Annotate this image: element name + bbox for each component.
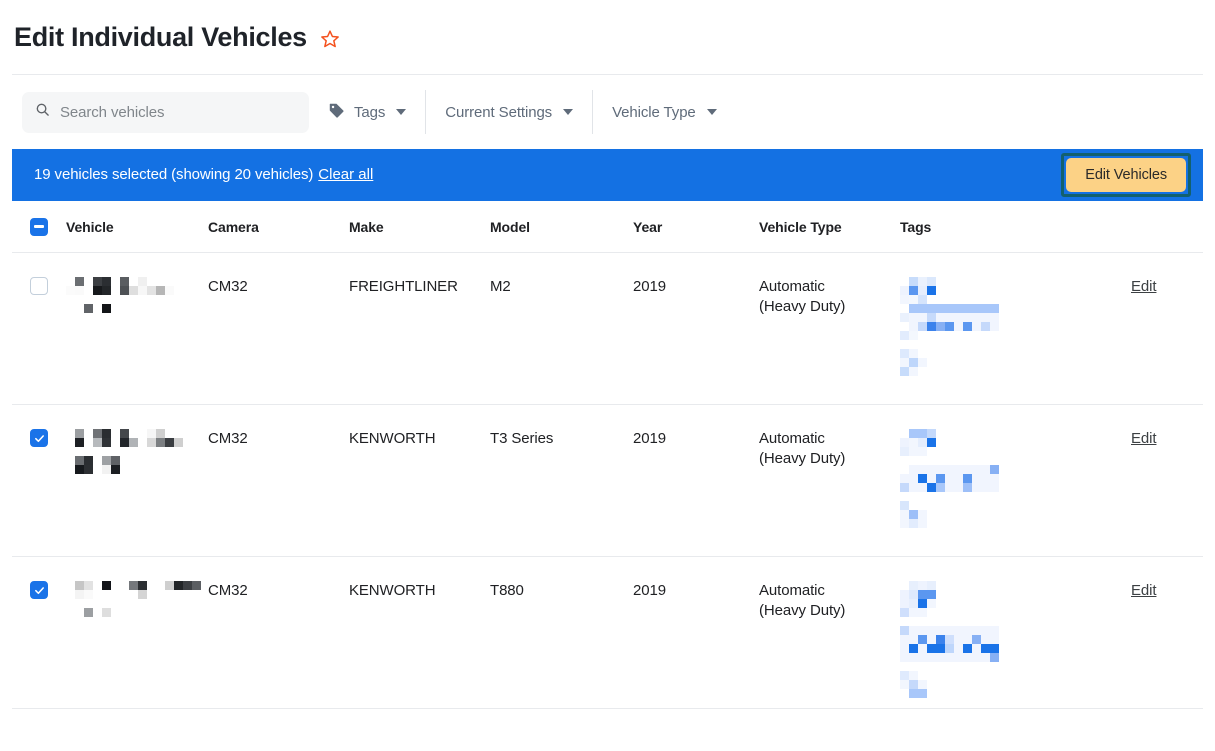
edit-row-link[interactable]: Edit <box>1131 582 1157 599</box>
cell-model: T880 <box>490 582 524 599</box>
cell-year: 2019 <box>633 582 666 599</box>
filter-vehicle-type-button[interactable]: Vehicle Type <box>593 90 736 134</box>
redacted-vehicle-name <box>66 581 208 617</box>
cell-tags <box>900 429 1131 528</box>
table-header-row: Vehicle Camera Make Model Year Vehicle T… <box>12 201 1203 253</box>
vehicle-type-line-2: (Heavy Duty) <box>759 298 846 315</box>
column-header-model: Model <box>490 218 530 235</box>
redacted-vehicle-name <box>66 429 208 474</box>
cell-vehicle <box>66 429 208 474</box>
select-all-checkbox[interactable] <box>30 217 48 236</box>
row-select-checkbox[interactable] <box>30 581 48 599</box>
chevron-down-icon <box>706 109 717 115</box>
row-checkbox-cell <box>12 277 66 295</box>
page-title: Edit Individual Vehicles <box>14 21 307 52</box>
column-header-camera: Camera <box>208 218 259 235</box>
redacted-vehicle-name <box>66 277 208 313</box>
filter-tags-button[interactable]: Tags <box>309 90 425 134</box>
selection-summary: 19 vehicles selected (showing 20 vehicle… <box>34 166 373 184</box>
row-actions: Edit <box>1131 581 1203 601</box>
column-header-make: Make <box>349 218 384 235</box>
cell-year: 2019 <box>633 430 666 447</box>
cell-camera: CM32 <box>208 430 248 447</box>
cell-model: M2 <box>490 278 511 295</box>
filter-vehicle-type-label: Vehicle Type <box>612 103 696 121</box>
cell-camera: CM32 <box>208 582 248 599</box>
filter-toolbar: Search vehicles Tags Current Settings Ve… <box>0 75 1215 149</box>
redacted-tags <box>900 581 1131 698</box>
vehicle-type-line-2: (Heavy Duty) <box>759 450 846 467</box>
filter-tags-label: Tags <box>354 103 386 121</box>
row-select-checkbox[interactable] <box>30 277 48 295</box>
row-actions: Edit <box>1131 429 1203 449</box>
selection-count-text: 19 vehicles selected (showing 20 vehicle… <box>34 166 314 183</box>
vehicle-type-line-1: Automatic <box>759 582 825 599</box>
cell-vehicle-type: Automatic (Heavy Duty) <box>759 277 900 317</box>
table-body: CM32 FREIGHTLINER M2 2019 Automatic (Hea… <box>12 253 1203 709</box>
column-header-vehicle-type: Vehicle Type <box>759 218 842 235</box>
row-select-checkbox[interactable] <box>30 429 48 447</box>
row-actions: Edit <box>1131 277 1203 297</box>
page-header: Edit Individual Vehicles <box>12 0 1203 75</box>
row-checkbox-cell <box>12 581 66 599</box>
vehicles-table: Vehicle Camera Make Model Year Vehicle T… <box>12 201 1203 709</box>
edit-vehicles-highlight: Edit Vehicles <box>1061 153 1191 197</box>
cell-vehicle-type: Automatic (Heavy Duty) <box>759 429 900 469</box>
edit-row-link[interactable]: Edit <box>1131 278 1157 295</box>
row-checkbox-cell <box>12 429 66 447</box>
favorite-star-icon[interactable] <box>320 29 340 49</box>
cell-model: T3 Series <box>490 430 554 447</box>
vehicle-type-line-1: Automatic <box>759 278 825 295</box>
filter-current-settings-button[interactable]: Current Settings <box>426 90 592 134</box>
filter-current-settings-label: Current Settings <box>445 103 553 121</box>
select-all-checkbox-cell <box>12 217 66 236</box>
chevron-down-icon <box>396 109 407 115</box>
cell-make: KENWORTH <box>349 582 436 599</box>
search-placeholder: Search vehicles <box>60 103 165 121</box>
filter-group: Tags Current Settings Vehicle Type <box>309 90 736 134</box>
tag-icon <box>328 102 345 123</box>
cell-vehicle <box>66 277 208 313</box>
vehicle-type-line-2: (Heavy Duty) <box>759 602 846 619</box>
chevron-down-icon <box>563 109 574 115</box>
cell-tags <box>900 277 1131 376</box>
table-row[interactable]: CM32 KENWORTH T3 Series 2019 Automatic (… <box>12 405 1203 557</box>
cell-make: KENWORTH <box>349 430 436 447</box>
search-icon <box>35 102 50 122</box>
cell-tags <box>900 581 1131 698</box>
selection-banner: 19 vehicles selected (showing 20 vehicle… <box>12 149 1203 201</box>
table-row[interactable]: CM32 FREIGHTLINER M2 2019 Automatic (Hea… <box>12 253 1203 405</box>
cell-make: FREIGHTLINER <box>349 278 458 295</box>
clear-all-link[interactable]: Clear all <box>318 166 373 183</box>
vehicle-type-line-1: Automatic <box>759 430 825 447</box>
cell-vehicle-type: Automatic (Heavy Duty) <box>759 581 900 621</box>
cell-camera: CM32 <box>208 278 248 295</box>
redacted-tags <box>900 429 1131 528</box>
column-header-year: Year <box>633 218 663 235</box>
table-row[interactable]: CM32 KENWORTH T880 2019 Automatic (Heavy… <box>12 557 1203 709</box>
search-input[interactable]: Search vehicles <box>22 91 309 133</box>
cell-year: 2019 <box>633 278 666 295</box>
edit-row-link[interactable]: Edit <box>1131 430 1157 447</box>
edit-vehicles-button[interactable]: Edit Vehicles <box>1066 158 1186 192</box>
column-header-tags: Tags <box>900 218 932 235</box>
column-header-vehicle: Vehicle <box>66 218 114 235</box>
redacted-tags <box>900 277 1131 376</box>
cell-vehicle <box>66 581 208 617</box>
